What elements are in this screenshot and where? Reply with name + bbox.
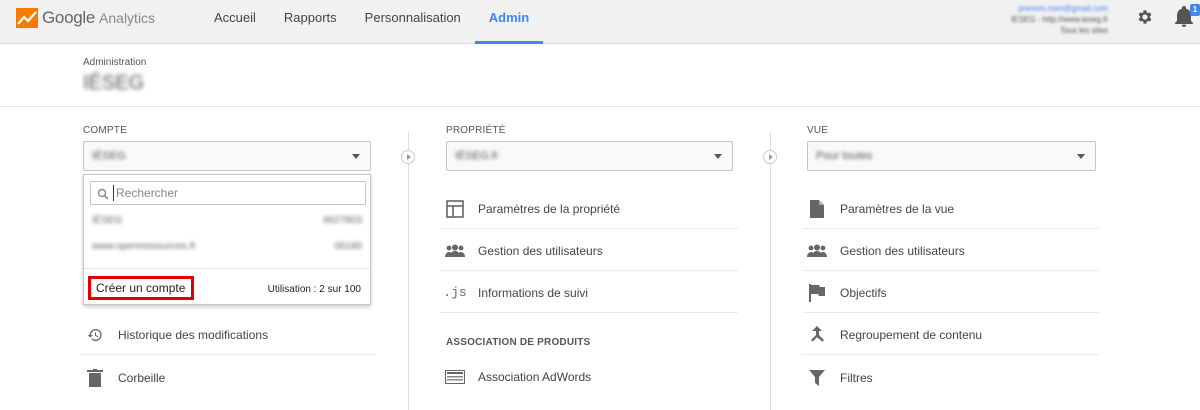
account-list-item[interactable]: www.openressources.fr 06180	[92, 241, 362, 257]
menu-gestion-utilisateurs-propriete[interactable]: Gestion des utilisateurs	[440, 231, 738, 271]
gear-icon[interactable]	[1136, 8, 1154, 26]
property-settings-icon	[444, 199, 466, 219]
page-title: IÉSEG	[83, 72, 145, 94]
header-divider	[0, 106, 1200, 107]
filter-icon	[806, 368, 828, 388]
vue-select[interactable]: Pour toutes	[807, 141, 1096, 171]
propriete-select-value: IÉSEG.fr	[455, 150, 499, 162]
nav-accueil[interactable]: Accueil	[200, 0, 270, 44]
account-id: 6627803	[323, 215, 362, 226]
nav-admin[interactable]: Admin	[474, 0, 544, 44]
account-selector[interactable]: prenom.nom@gmail.com IESEG - http://www.…	[958, 3, 1108, 36]
grouping-icon	[806, 325, 828, 345]
compte-select-value: IÉSEG	[92, 150, 126, 162]
adwords-icon	[444, 367, 466, 387]
column-divider	[770, 132, 771, 410]
propriete-select[interactable]: IÉSEG.fr	[446, 141, 733, 171]
top-bar: Google Analytics Accueil Rapports Person…	[0, 0, 1200, 44]
account-id: 06180	[334, 241, 362, 252]
nav-rapports[interactable]: Rapports	[270, 0, 351, 44]
column-divider	[408, 132, 409, 410]
breadcrumb: Administration	[83, 57, 147, 68]
menu-association-adwords[interactable]: Association AdWords	[440, 357, 738, 397]
menu-corbeille[interactable]: Corbeille	[80, 358, 376, 398]
menu-label: Informations de suivi	[478, 285, 589, 300]
users-icon	[806, 241, 828, 261]
compte-dropdown: IÉSEG 6627803 www.openressources.fr 0618…	[83, 174, 371, 305]
compte-label: COMPTE	[83, 125, 127, 136]
menu-filtres[interactable]: Filtres	[802, 358, 1100, 398]
flag-icon	[806, 283, 828, 303]
menu-label: Gestion des utilisateurs	[840, 243, 965, 258]
chevron-down-icon	[352, 154, 360, 159]
compte-select[interactable]: IÉSEG	[83, 141, 371, 171]
menu-label: Corbeille	[118, 371, 166, 385]
vue-select-value: Pour toutes	[816, 150, 873, 162]
logo-google-text: Google	[42, 8, 96, 27]
history-icon	[84, 325, 106, 345]
account-list-item[interactable]: IÉSEG 6627803	[92, 215, 362, 231]
account-line-2: Tous les sites	[1059, 26, 1108, 35]
analytics-logo-icon	[16, 8, 38, 28]
menu-regroupement-contenu[interactable]: Regroupement de contenu	[802, 315, 1100, 355]
nav-personnalisation[interactable]: Personnalisation	[351, 0, 475, 44]
menu-label: Filtres	[840, 371, 873, 385]
menu-gestion-utilisateurs-vue[interactable]: Gestion des utilisateurs	[802, 231, 1100, 271]
notification-badge: 1	[1190, 4, 1200, 16]
search-box[interactable]	[90, 181, 366, 205]
search-icon	[97, 188, 109, 200]
menu-label: Regroupement de contenu	[840, 327, 983, 342]
vue-label: VUE	[807, 125, 829, 136]
menu-label: Paramètres de la vue	[840, 201, 955, 216]
main-nav: Accueil Rapports Personnalisation Admin	[200, 0, 544, 44]
chevron-down-icon	[1077, 154, 1085, 159]
create-account-button[interactable]: Créer un compte	[88, 276, 194, 300]
menu-label: Historique des modifications	[118, 327, 269, 342]
usage-counter: Utilisation : 2 sur 100	[267, 284, 361, 295]
dropdown-divider	[84, 268, 370, 269]
search-input[interactable]	[113, 185, 361, 201]
account-name: IÉSEG	[92, 215, 123, 226]
arrow-right-icon	[763, 150, 777, 164]
arrow-right-icon	[401, 150, 415, 164]
section-association-produits: ASSOCIATION DE PRODUITS	[446, 337, 591, 348]
account-line-1: IESEG - http://www.ieseg.fr	[1011, 15, 1108, 24]
account-name: www.openressources.fr	[92, 241, 196, 252]
account-email: prenom.nom@gmail.com	[1018, 4, 1108, 13]
logo-analytics-text: Analytics	[99, 10, 156, 26]
menu-parametres-vue[interactable]: Paramètres de la vue	[802, 189, 1100, 229]
trash-icon	[84, 368, 106, 388]
menu-label: Association AdWords	[478, 370, 592, 384]
google-analytics-logo[interactable]: Google Analytics	[16, 6, 155, 30]
document-icon	[806, 199, 828, 219]
menu-label: Gestion des utilisateurs	[478, 243, 603, 258]
menu-parametres-propriete[interactable]: Paramètres de la propriété	[440, 189, 738, 229]
menu-objectifs[interactable]: Objectifs	[802, 273, 1100, 313]
menu-historique[interactable]: Historique des modifications	[80, 315, 376, 355]
menu-label: Paramètres de la propriété	[478, 201, 621, 216]
menu-label: Objectifs	[840, 285, 887, 300]
propriete-label: PROPRIÉTÉ	[446, 125, 506, 136]
js-icon: .js	[443, 285, 467, 300]
chevron-down-icon	[714, 154, 722, 159]
users-icon	[444, 241, 466, 261]
menu-informations-suivi[interactable]: .js Informations de suivi	[440, 273, 738, 313]
